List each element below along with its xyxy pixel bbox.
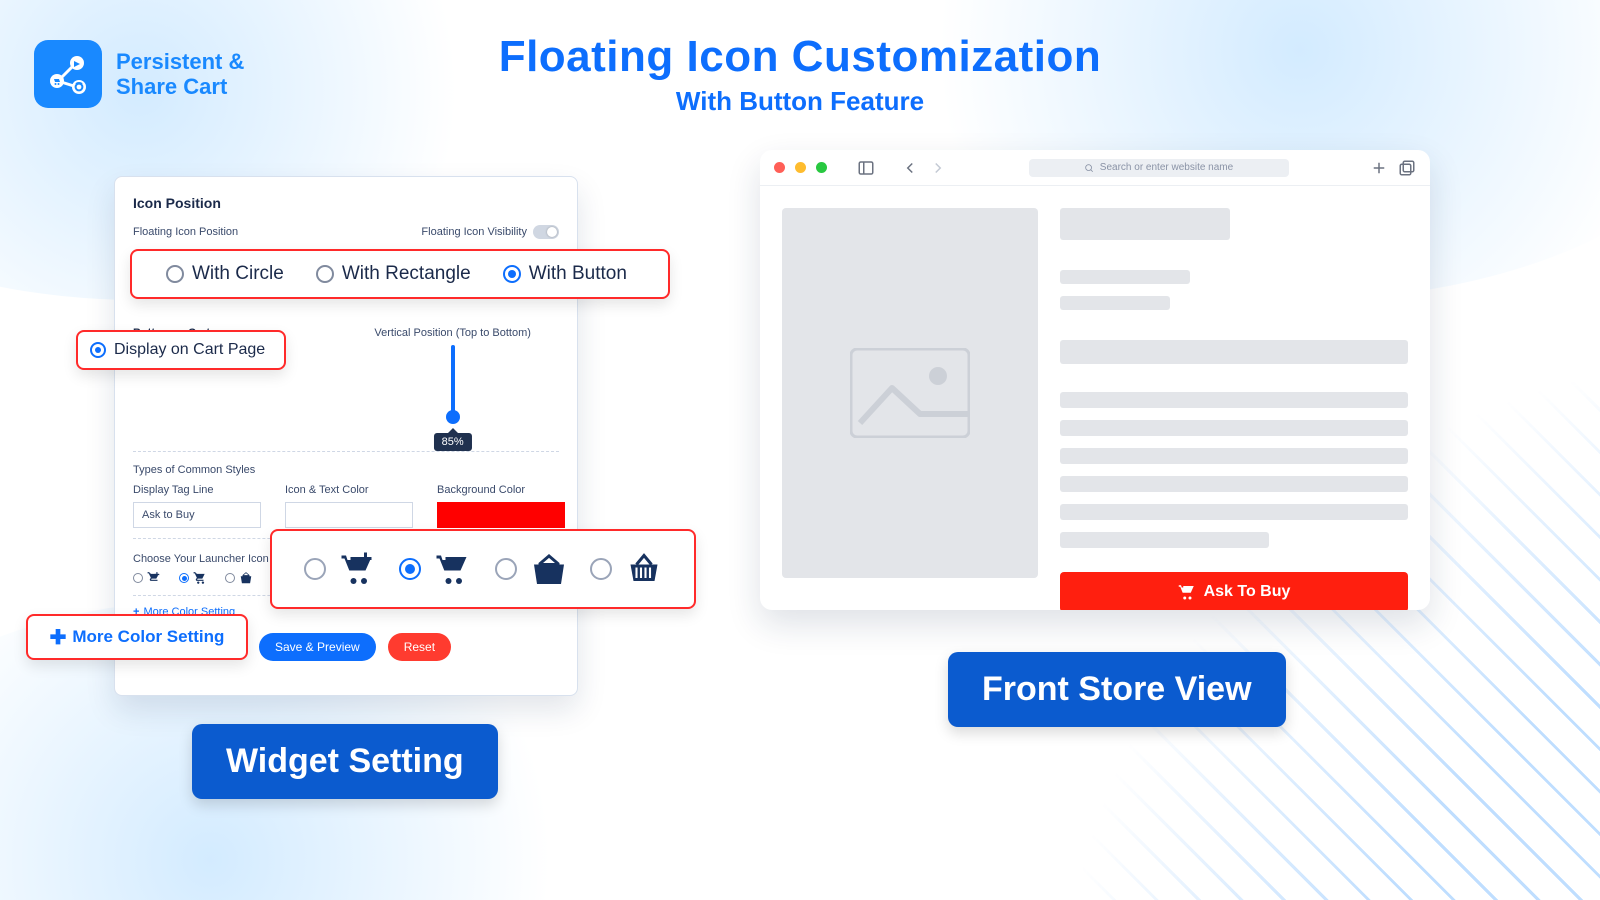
placeholder-bar (1060, 270, 1190, 284)
floating-visibility-toggle[interactable] (533, 225, 559, 239)
cart-plus-icon (340, 551, 376, 587)
more-color-callout[interactable]: ✚ More Color Setting (26, 614, 248, 660)
tabs-icon[interactable] (1398, 159, 1416, 177)
bag-icon (531, 551, 567, 587)
storefront-preview: Search or enter website name (760, 150, 1430, 610)
vertical-position-value: 85% (434, 433, 472, 451)
icon-text-color-swatch[interactable] (285, 502, 413, 528)
sidebar-toggle-icon[interactable] (857, 159, 875, 177)
placeholder-bar (1060, 208, 1230, 240)
tagline-label: Display Tag Line (133, 484, 261, 496)
cart-icon (1178, 583, 1196, 601)
page-heading: Floating Icon Customization With Button … (0, 32, 1600, 117)
common-styles-title: Types of Common Styles (133, 464, 559, 476)
placeholder-bar (1060, 532, 1269, 548)
launcher-opt-2[interactable] (399, 551, 471, 587)
placeholder-bar (1060, 420, 1408, 436)
tagline-input[interactable] (133, 502, 261, 528)
reset-button[interactable]: Reset (388, 633, 451, 661)
bg-color-label: Background Color (437, 484, 565, 496)
widget-setting-label: Widget Setting (192, 724, 498, 799)
vertical-position-slider[interactable]: 85% (383, 345, 523, 441)
forward-icon[interactable] (929, 159, 947, 177)
page-subtitle: With Button Feature (0, 86, 1600, 117)
section-icon-position: Icon Position (133, 195, 559, 211)
browser-search[interactable]: Search or enter website name (1029, 159, 1289, 177)
radio-with-button[interactable]: With Button (503, 263, 627, 285)
mini-launcher-3[interactable] (225, 571, 253, 585)
bag-icon (239, 571, 253, 585)
floating-visibility-label: Floating Icon Visibility (421, 226, 527, 238)
browser-chrome: Search or enter website name (760, 150, 1430, 186)
image-placeholder-icon (850, 348, 970, 438)
placeholder-bar (1060, 392, 1408, 408)
bg-color-swatch[interactable] (437, 502, 565, 528)
mini-launcher-2[interactable] (179, 571, 207, 585)
cart-icon (435, 551, 471, 587)
style-radio-callout: With Circle With Rectangle With Button (130, 249, 670, 299)
back-icon[interactable] (901, 159, 919, 177)
cart-icon (193, 571, 207, 585)
new-tab-icon[interactable] (1370, 159, 1388, 177)
traffic-light-max (816, 162, 827, 173)
launcher-opt-1[interactable] (304, 551, 376, 587)
icon-text-color-label: Icon & Text Color (285, 484, 413, 496)
ask-to-buy-button[interactable]: Ask To Buy (1060, 572, 1408, 610)
launcher-opt-3[interactable] (495, 551, 567, 587)
search-icon (1084, 163, 1094, 173)
cart-plus-icon (147, 571, 161, 585)
product-image-placeholder (782, 208, 1038, 578)
placeholder-bar (1060, 476, 1408, 492)
traffic-light-close (774, 162, 785, 173)
placeholder-bar (1060, 448, 1408, 464)
front-store-view-label: Front Store View (948, 652, 1286, 727)
radio-with-circle[interactable]: With Circle (166, 263, 284, 285)
mini-launcher-1[interactable] (133, 571, 161, 585)
launcher-icon-callout (270, 529, 696, 609)
floating-position-label: Floating Icon Position (133, 226, 238, 238)
product-details-column: Ask To Buy (1060, 208, 1408, 610)
placeholder-bar (1060, 504, 1408, 520)
display-on-cart-radio[interactable] (90, 342, 106, 358)
display-on-cart-callout[interactable]: Display on Cart Page (76, 330, 286, 370)
vertical-position-title: Vertical Position (Top to Bottom) (346, 327, 559, 339)
page-title: Floating Icon Customization (0, 32, 1600, 82)
launcher-opt-4[interactable] (590, 551, 662, 587)
browser-search-placeholder: Search or enter website name (1100, 162, 1233, 173)
placeholder-bar (1060, 296, 1170, 310)
radio-with-rectangle[interactable]: With Rectangle (316, 263, 471, 285)
save-preview-button[interactable]: Save & Preview (259, 633, 376, 661)
traffic-light-min (795, 162, 806, 173)
basket-icon (626, 551, 662, 587)
plus-icon: ✚ (50, 625, 67, 650)
placeholder-bar (1060, 340, 1408, 364)
display-on-cart-label: Display on Cart Page (114, 341, 265, 359)
